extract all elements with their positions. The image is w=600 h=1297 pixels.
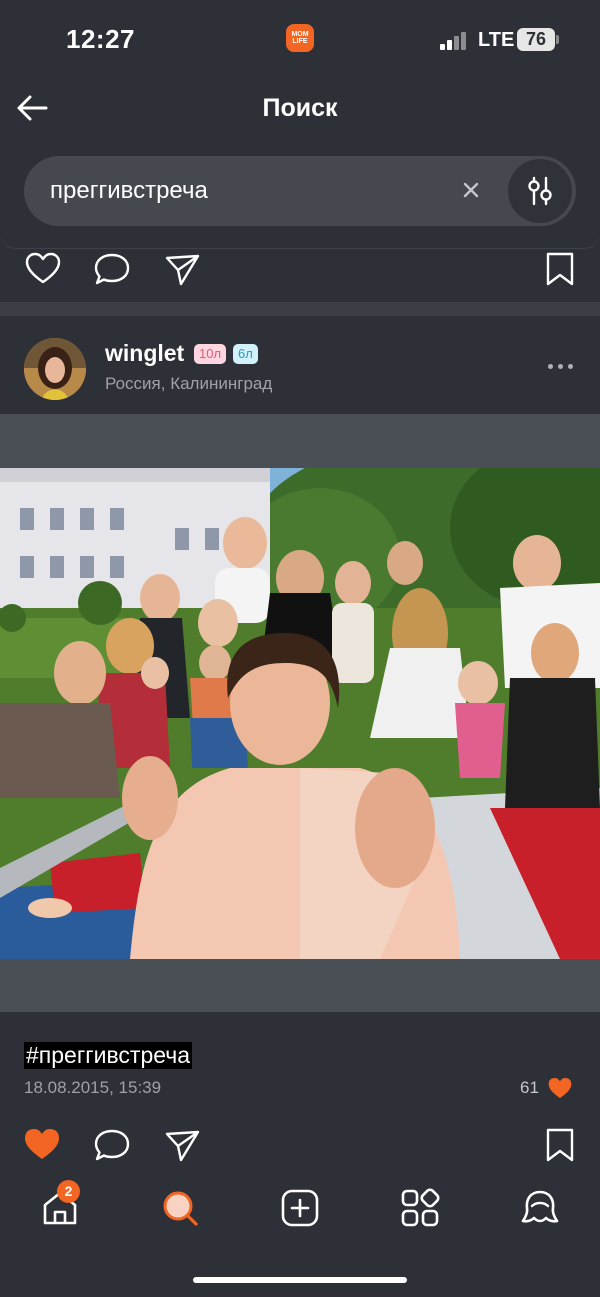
bookmark-icon (546, 252, 574, 286)
share-button[interactable] (163, 1126, 201, 1164)
previous-post-actions (0, 244, 600, 294)
child-age-badge: 10л (194, 344, 227, 364)
post-separator (0, 302, 600, 316)
signal-icon (440, 30, 470, 50)
post-footer: #преггивстреча 18.08.2015, 15:39 61 (0, 1012, 600, 1102)
services-grid-icon (401, 1188, 440, 1227)
share-send-icon (165, 1130, 200, 1162)
post-media[interactable] (0, 414, 600, 1012)
comment-icon (94, 1129, 130, 1161)
share-button[interactable] (163, 250, 201, 288)
search-box[interactable]: преггивстреча (24, 156, 576, 226)
home-indicator[interactable] (193, 1277, 407, 1283)
bookmark-button[interactable] (541, 250, 579, 288)
screen: 12:27 MOM LIFE LTE 76 Поиск преггивстреч… (0, 0, 600, 1297)
post-actions (0, 1120, 600, 1170)
post-photo[interactable] (0, 468, 600, 959)
likes-heart-icon (547, 1076, 573, 1100)
filter-button[interactable] (508, 159, 572, 223)
search-input[interactable]: преггивстреча (50, 156, 450, 226)
like-button[interactable] (23, 1126, 61, 1164)
app-icon-word-2: LIFE (292, 38, 308, 45)
heart-filled-icon (25, 1129, 59, 1159)
post-username[interactable]: winglet (105, 340, 184, 367)
child-age-badge: 6л (233, 344, 258, 364)
profile-icon (521, 1190, 559, 1223)
comment-icon (94, 253, 130, 285)
network-type: LTE (478, 29, 515, 51)
clear-search-button[interactable] (460, 179, 482, 201)
avatar[interactable] (24, 338, 86, 400)
bottom-tab-bar: 2 (0, 1180, 600, 1240)
page-title: Поиск (262, 94, 338, 122)
post-hashtag[interactable]: #преггивстреча (24, 1042, 193, 1069)
group-selfie-photo (0, 468, 600, 959)
comment-button[interactable] (93, 250, 131, 288)
post-date: 18.08.2015, 15:39 (24, 1078, 162, 1097)
post-header: winglet 10л 6л Россия, Калининград (0, 316, 600, 414)
likes-count[interactable]: 61 (520, 1078, 539, 1098)
tab-profile[interactable] (520, 1188, 560, 1228)
battery-tip (556, 35, 559, 44)
status-time: 12:27 (66, 24, 135, 54)
post-location: Россия, Калининград (105, 374, 273, 393)
tab-add-post[interactable] (280, 1188, 320, 1228)
battery-icon: 76 (517, 28, 555, 51)
comment-button[interactable] (93, 1126, 131, 1164)
tab-services[interactable] (400, 1188, 440, 1228)
filter-sliders-icon (528, 176, 552, 206)
avatar-image (24, 338, 86, 400)
status-bar: 12:27 MOM LIFE LTE 76 (0, 0, 600, 80)
bookmark-button[interactable] (541, 1126, 579, 1164)
share-send-icon (165, 254, 200, 286)
more-options-button[interactable] (540, 356, 580, 376)
tab-search[interactable] (160, 1188, 200, 1228)
mom-life-app-icon: MOM LIFE (286, 24, 314, 52)
search-icon (163, 1191, 198, 1226)
like-button[interactable] (24, 250, 62, 288)
notification-badge: 2 (57, 1180, 80, 1203)
heart-icon (25, 252, 61, 284)
add-post-icon (281, 1189, 319, 1227)
close-icon (463, 182, 479, 198)
bookmark-icon (546, 1128, 574, 1162)
search-header: Поиск преггивстреча (0, 80, 600, 248)
